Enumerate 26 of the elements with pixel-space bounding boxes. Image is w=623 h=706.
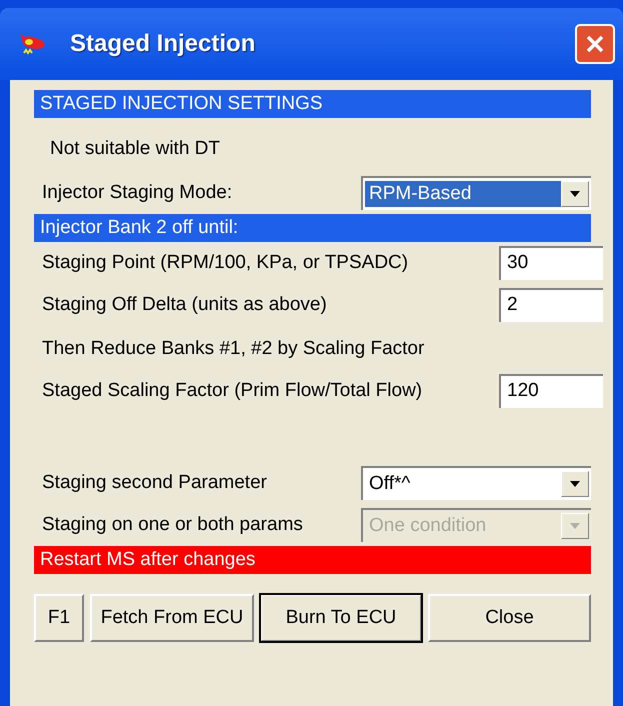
dialog-button[interactable]: Burn To ECU <box>260 594 422 642</box>
window-title: Staged Injection <box>70 30 256 58</box>
close-icon <box>584 33 606 55</box>
section-header: Injector Bank 2 off until: <box>34 214 591 242</box>
section-header: STAGED INJECTION SETTINGS <box>34 90 591 118</box>
dialog-button[interactable]: F1 <box>34 594 84 642</box>
dialog-button[interactable]: Close <box>428 594 591 642</box>
note-text: Not suitable with DT <box>49 137 222 161</box>
field-label: Staging on one or both params <box>42 514 303 536</box>
field-label: Staging second Parameter <box>42 472 267 494</box>
input-field[interactable]: 120 <box>499 374 603 408</box>
field-label: Staging Point (RPM/100, KPa, or TPSADC) <box>42 252 408 274</box>
caret-icon <box>569 522 581 530</box>
field-label: Staged Scaling Factor (Prim Flow/Total Flow) <box>42 380 422 402</box>
input-field[interactable]: 2 <box>499 288 603 322</box>
section-header: Restart MS after changes <box>34 546 591 574</box>
field-label: Injector Staging Mode: <box>42 182 232 204</box>
caret-icon <box>569 480 581 488</box>
input-field[interactable]: 30 <box>499 246 603 280</box>
field-label: Staging Off Delta (units as above) <box>42 294 327 316</box>
dropdown[interactable]: Off*^ <box>361 466 591 500</box>
close-button[interactable] <box>575 24 615 64</box>
dropdown[interactable]: RPM-Based <box>361 176 591 210</box>
dialog-button[interactable]: Fetch From ECU <box>90 594 254 642</box>
info-text: Then Reduce Banks #1, #2 by Scaling Factor <box>41 337 426 361</box>
caret-icon <box>569 190 581 198</box>
